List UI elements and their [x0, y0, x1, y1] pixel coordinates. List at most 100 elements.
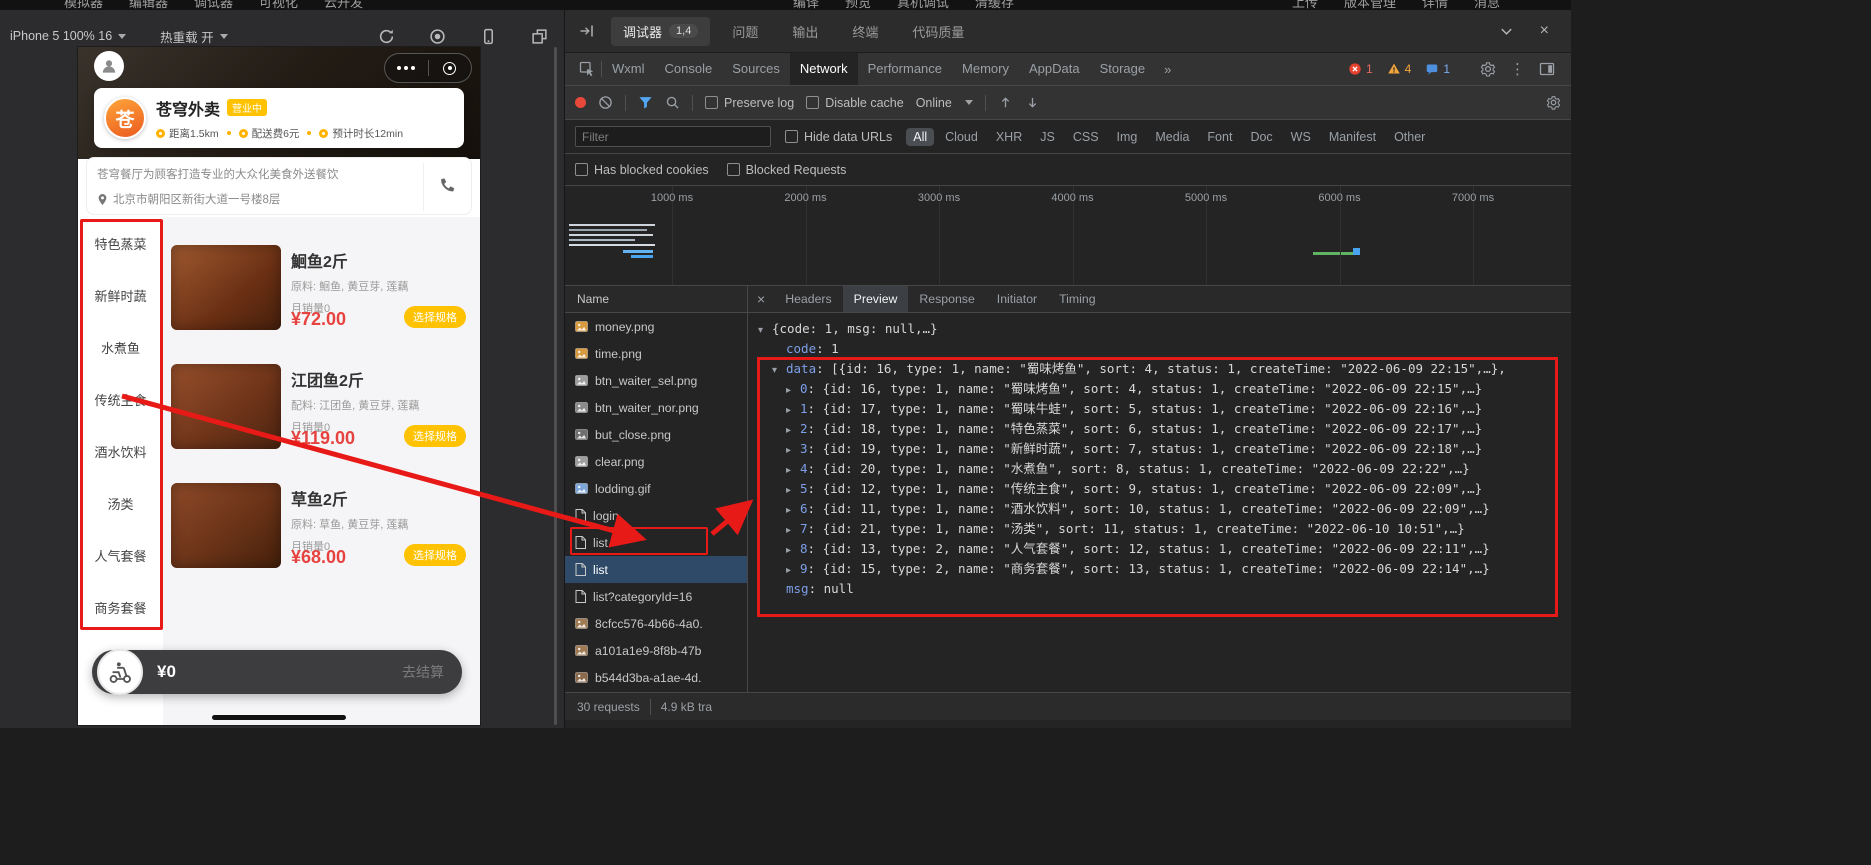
message-count-badge[interactable]: 1	[1425, 62, 1450, 76]
dock-panel-icon[interactable]	[579, 23, 595, 39]
detail-tab-initiator[interactable]: Initiator	[986, 286, 1048, 312]
network-request-row[interactable]: login	[565, 502, 747, 529]
network-request-row[interactable]: lodding.gif	[565, 475, 747, 502]
category-item[interactable]: 特色蒸菜	[78, 217, 163, 269]
network-request-row[interactable]: time.png	[565, 340, 747, 367]
filter-type-manifest[interactable]: Manifest	[1322, 128, 1383, 146]
category-item[interactable]: 酒水饮料	[78, 425, 163, 477]
network-request-row[interactable]: btn_waiter_sel.png	[565, 367, 747, 394]
collapsed-arrow-icon[interactable]: ▸	[786, 421, 800, 439]
cart-scooter-icon[interactable]	[97, 649, 143, 695]
clear-requests-icon[interactable]	[598, 95, 613, 110]
hide-data-urls-checkbox[interactable]: Hide data URLs	[785, 130, 892, 144]
tab-sources[interactable]: Sources	[722, 53, 790, 85]
menubar-item[interactable]: 模拟器	[64, 0, 103, 10]
json-node[interactable]: ▸ 4: {id: 20, type: 1, name: "水煮鱼", sort:…	[748, 459, 1571, 479]
choose-spec-button[interactable]: 选择规格	[404, 306, 466, 328]
filter-funnel-icon[interactable]	[638, 95, 653, 110]
panel-tab[interactable]: 调试器 1,4	[611, 16, 711, 46]
filter-type-img[interactable]: Img	[1110, 128, 1145, 146]
tab-wxml[interactable]: Wxml	[602, 53, 655, 85]
choose-spec-button[interactable]: 选择规格	[404, 544, 466, 566]
collapsed-arrow-icon[interactable]: ▸	[786, 521, 800, 539]
profile-avatar[interactable]	[94, 51, 124, 81]
menubar-item[interactable]: 上传	[1292, 0, 1318, 10]
tab-performance[interactable]: Performance	[858, 53, 952, 85]
json-node[interactable]: ▸ 1: {id: 17, type: 1, name: "蜀味牛蛙", sort…	[748, 399, 1571, 419]
refresh-icon[interactable]	[378, 28, 395, 45]
error-count-badge[interactable]: 1	[1348, 62, 1373, 76]
collapsed-arrow-icon[interactable]: ▸	[786, 541, 800, 559]
category-item[interactable]: 人气套餐	[78, 529, 163, 581]
filter-type-cloud[interactable]: Cloud	[938, 128, 985, 146]
network-request-row[interactable]: clear.png	[565, 448, 747, 475]
collapsed-arrow-icon[interactable]: ▸	[786, 501, 800, 519]
more-tabs-chevron[interactable]: »	[1155, 62, 1180, 77]
collapsed-arrow-icon[interactable]: ▸	[786, 381, 800, 399]
network-request-row[interactable]: btn_waiter_nor.png	[565, 394, 747, 421]
collapse-chevron-icon[interactable]	[1499, 24, 1514, 39]
menubar-item[interactable]: 预览	[845, 0, 871, 10]
collapsed-arrow-icon[interactable]: ▸	[786, 461, 800, 479]
menubar-item[interactable]: 详情	[1422, 0, 1448, 10]
panel-tab[interactable]: 终端	[840, 17, 890, 46]
tab-network[interactable]: Network	[789, 53, 858, 85]
warning-count-badge[interactable]: 4	[1387, 62, 1411, 76]
network-request-row[interactable]: list	[565, 556, 747, 583]
menubar-item[interactable]: 清缓存	[975, 0, 1014, 10]
menubar-item[interactable]: 消息	[1474, 0, 1500, 10]
expanded-arrow-icon[interactable]: ▾	[772, 361, 786, 379]
collapsed-arrow-icon[interactable]: ▸	[786, 561, 800, 579]
menubar-item[interactable]: 编译	[793, 0, 819, 10]
tab-console[interactable]: Console	[655, 53, 723, 85]
tab-memory[interactable]: Memory	[952, 53, 1019, 85]
dock-side-icon[interactable]	[1539, 61, 1555, 77]
device-icon[interactable]	[480, 28, 497, 45]
category-item[interactable]: 汤类	[78, 477, 163, 529]
panel-tab[interactable]: 代码质量	[900, 17, 976, 46]
filter-type-other[interactable]: Other	[1387, 128, 1432, 146]
disable-cache-checkbox[interactable]: Disable cache	[806, 96, 904, 110]
category-item[interactable]: 传统主食	[78, 373, 163, 425]
call-store-button[interactable]	[423, 163, 471, 211]
close-detail-icon[interactable]: ×	[748, 291, 774, 307]
hot-reload-toggle[interactable]: 热重载 开	[160, 27, 228, 46]
detail-tab-preview[interactable]: Preview	[842, 286, 909, 312]
kebab-menu-icon[interactable]: ⋮	[1510, 60, 1525, 78]
network-settings-gear-icon[interactable]	[1546, 95, 1561, 110]
json-node[interactable]: ▸ 8: {id: 13, type: 2, name: "人气套餐", sort…	[748, 539, 1571, 559]
filter-type-media[interactable]: Media	[1148, 128, 1196, 146]
category-item[interactable]: 水煮鱼	[78, 321, 163, 373]
tab-storage[interactable]: Storage	[1090, 53, 1156, 85]
menubar-item[interactable]: 编辑器	[129, 0, 168, 10]
choose-spec-button[interactable]: 选择规格	[404, 425, 466, 447]
network-request-row[interactable]: list?categoryId=16	[565, 583, 747, 610]
windows-icon[interactable]	[531, 28, 548, 45]
network-request-row[interactable]: list	[565, 529, 747, 556]
filter-type-js[interactable]: JS	[1033, 128, 1062, 146]
menubar-item[interactable]: 调试器	[194, 0, 233, 10]
network-request-row[interactable]: b544d3ba-a1ae-4d.	[565, 664, 747, 691]
checkout-button[interactable]: 去结算	[402, 662, 444, 682]
tab-appdata[interactable]: AppData	[1019, 53, 1090, 85]
collapsed-arrow-icon[interactable]: ▸	[786, 481, 800, 499]
json-node[interactable]: ▾ data: [{id: 16, type: 1, name: "蜀味烤鱼", …	[748, 359, 1571, 379]
device-selector[interactable]: iPhone 5 100% 16	[10, 29, 127, 43]
collapsed-arrow-icon[interactable]: ▸	[786, 441, 800, 459]
close-devtools-icon[interactable]: ×	[1540, 23, 1549, 39]
expanded-arrow-icon[interactable]: ▾	[758, 321, 772, 339]
json-node[interactable]: ▸ 6: {id: 11, type: 1, name: "酒水饮料", sort…	[748, 499, 1571, 519]
category-item[interactable]: 商务套餐	[78, 581, 163, 633]
record-network-icon[interactable]	[575, 97, 586, 108]
detail-tab-response[interactable]: Response	[908, 286, 985, 312]
json-node[interactable]: ▸ 7: {id: 21, type: 1, name: "汤类", sort: …	[748, 519, 1571, 539]
inspect-element-icon[interactable]	[573, 61, 601, 77]
panel-tab[interactable]: 输出	[780, 17, 830, 46]
preserve-log-checkbox[interactable]: Preserve log	[705, 96, 794, 110]
detail-tab-headers[interactable]: Headers	[774, 286, 842, 312]
search-icon[interactable]	[665, 95, 680, 110]
menubar-item[interactable]: 版本管理	[1344, 0, 1396, 10]
filter-type-css[interactable]: CSS	[1066, 128, 1106, 146]
collapsed-arrow-icon[interactable]: ▸	[786, 401, 800, 419]
filter-type-font[interactable]: Font	[1200, 128, 1239, 146]
